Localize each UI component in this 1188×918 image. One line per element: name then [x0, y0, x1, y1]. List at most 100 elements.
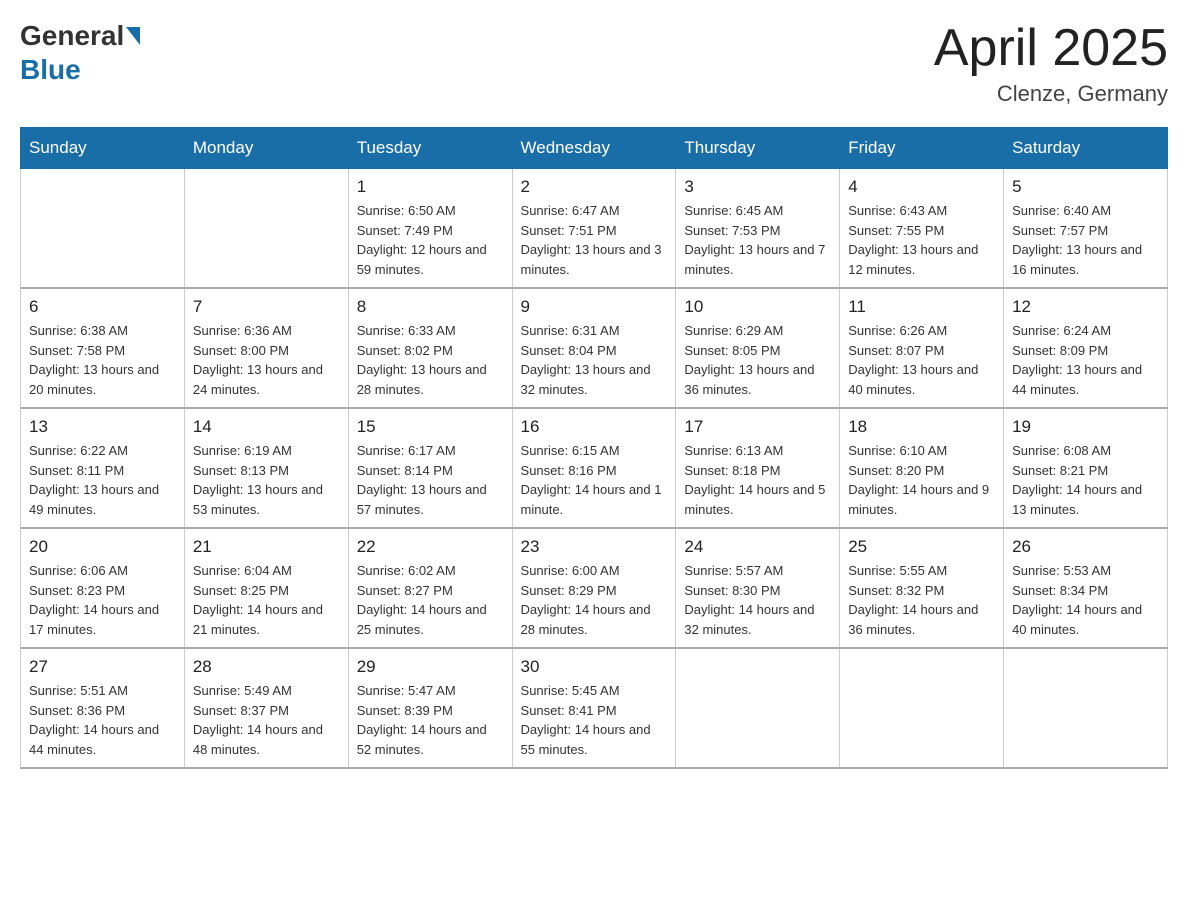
calendar-cell: 4 Sunrise: 6:43 AMSunset: 7:55 PMDaylight…	[840, 169, 1004, 289]
day-number: 7	[193, 297, 340, 317]
day-info: Sunrise: 5:55 AMSunset: 8:32 PMDaylight:…	[848, 561, 995, 639]
day-number: 21	[193, 537, 340, 557]
title-section: April 2025 Clenze, Germany	[934, 20, 1168, 107]
calendar-cell: 29 Sunrise: 5:47 AMSunset: 8:39 PMDayligh…	[348, 648, 512, 768]
day-info: Sunrise: 6:26 AMSunset: 8:07 PMDaylight:…	[848, 321, 995, 399]
day-info: Sunrise: 5:47 AMSunset: 8:39 PMDaylight:…	[357, 681, 504, 759]
day-info: Sunrise: 6:33 AMSunset: 8:02 PMDaylight:…	[357, 321, 504, 399]
day-number: 22	[357, 537, 504, 557]
day-info: Sunrise: 6:22 AMSunset: 8:11 PMDaylight:…	[29, 441, 176, 519]
day-number: 4	[848, 177, 995, 197]
calendar-cell: 16 Sunrise: 6:15 AMSunset: 8:16 PMDayligh…	[512, 408, 676, 528]
calendar-cell: 18Sunrise: 6:10 AMSunset: 8:20 PMDayligh…	[840, 408, 1004, 528]
day-number: 11	[848, 297, 995, 317]
day-of-week-header: Sunday	[21, 128, 185, 169]
day-number: 24	[684, 537, 831, 557]
calendar-header-row: SundayMondayTuesdayWednesdayThursdayFrid…	[21, 128, 1168, 169]
day-info: Sunrise: 6:45 AMSunset: 7:53 PMDaylight:…	[684, 201, 831, 279]
day-of-week-header: Tuesday	[348, 128, 512, 169]
calendar-week-row: 6 Sunrise: 6:38 AMSunset: 7:58 PMDaylight…	[21, 288, 1168, 408]
day-of-week-header: Friday	[840, 128, 1004, 169]
day-info: Sunrise: 5:57 AMSunset: 8:30 PMDaylight:…	[684, 561, 831, 639]
calendar-table: SundayMondayTuesdayWednesdayThursdayFrid…	[20, 127, 1168, 769]
calendar-week-row: 13 Sunrise: 6:22 AMSunset: 8:11 PMDayligh…	[21, 408, 1168, 528]
day-number: 8	[357, 297, 504, 317]
calendar-week-row: 20Sunrise: 6:06 AMSunset: 8:23 PMDayligh…	[21, 528, 1168, 648]
day-number: 20	[29, 537, 176, 557]
day-number: 19	[1012, 417, 1159, 437]
calendar-cell: 19 Sunrise: 6:08 AMSunset: 8:21 PMDayligh…	[1004, 408, 1168, 528]
calendar-week-row: 1Sunrise: 6:50 AMSunset: 7:49 PMDaylight…	[21, 169, 1168, 289]
day-info: Sunrise: 6:24 AMSunset: 8:09 PMDaylight:…	[1012, 321, 1159, 399]
calendar-cell: 1Sunrise: 6:50 AMSunset: 7:49 PMDaylight…	[348, 169, 512, 289]
day-of-week-header: Saturday	[1004, 128, 1168, 169]
calendar-cell: 14 Sunrise: 6:19 AMSunset: 8:13 PMDayligh…	[184, 408, 348, 528]
day-number: 13	[29, 417, 176, 437]
calendar-cell: 24 Sunrise: 5:57 AMSunset: 8:30 PMDayligh…	[676, 528, 840, 648]
calendar-cell	[676, 648, 840, 768]
day-number: 15	[357, 417, 504, 437]
day-number: 5	[1012, 177, 1159, 197]
calendar-cell: 21 Sunrise: 6:04 AMSunset: 8:25 PMDayligh…	[184, 528, 348, 648]
day-info: Sunrise: 6:40 AMSunset: 7:57 PMDaylight:…	[1012, 201, 1159, 279]
day-info: Sunrise: 6:04 AMSunset: 8:25 PMDaylight:…	[193, 561, 340, 639]
calendar-cell: 30Sunrise: 5:45 AMSunset: 8:41 PMDayligh…	[512, 648, 676, 768]
logo-general-text: General	[20, 20, 124, 52]
day-number: 27	[29, 657, 176, 677]
day-info: Sunrise: 5:51 AMSunset: 8:36 PMDaylight:…	[29, 681, 176, 759]
day-of-week-header: Thursday	[676, 128, 840, 169]
day-number: 12	[1012, 297, 1159, 317]
day-number: 28	[193, 657, 340, 677]
calendar-cell: 6 Sunrise: 6:38 AMSunset: 7:58 PMDaylight…	[21, 288, 185, 408]
day-info: Sunrise: 6:36 AMSunset: 8:00 PMDaylight:…	[193, 321, 340, 399]
calendar-cell: 26 Sunrise: 5:53 AMSunset: 8:34 PMDayligh…	[1004, 528, 1168, 648]
day-info: Sunrise: 6:13 AMSunset: 8:18 PMDaylight:…	[684, 441, 831, 519]
calendar-cell: 22Sunrise: 6:02 AMSunset: 8:27 PMDayligh…	[348, 528, 512, 648]
day-number: 17	[684, 417, 831, 437]
calendar-cell: 7 Sunrise: 6:36 AMSunset: 8:00 PMDaylight…	[184, 288, 348, 408]
day-number: 14	[193, 417, 340, 437]
day-info: Sunrise: 6:38 AMSunset: 7:58 PMDaylight:…	[29, 321, 176, 399]
day-info: Sunrise: 6:00 AMSunset: 8:29 PMDaylight:…	[521, 561, 668, 639]
day-number: 29	[357, 657, 504, 677]
calendar-cell: 23Sunrise: 6:00 AMSunset: 8:29 PMDayligh…	[512, 528, 676, 648]
calendar-cell	[840, 648, 1004, 768]
calendar-cell: 25 Sunrise: 5:55 AMSunset: 8:32 PMDayligh…	[840, 528, 1004, 648]
calendar-cell: 10 Sunrise: 6:29 AMSunset: 8:05 PMDayligh…	[676, 288, 840, 408]
day-of-week-header: Monday	[184, 128, 348, 169]
day-number: 3	[684, 177, 831, 197]
calendar-cell	[1004, 648, 1168, 768]
day-info: Sunrise: 6:17 AMSunset: 8:14 PMDaylight:…	[357, 441, 504, 519]
day-number: 26	[1012, 537, 1159, 557]
calendar-cell: 2Sunrise: 6:47 AMSunset: 7:51 PMDaylight…	[512, 169, 676, 289]
day-info: Sunrise: 5:53 AMSunset: 8:34 PMDaylight:…	[1012, 561, 1159, 639]
logo-blue-text: Blue	[20, 54, 81, 86]
day-number: 6	[29, 297, 176, 317]
calendar-cell: 20Sunrise: 6:06 AMSunset: 8:23 PMDayligh…	[21, 528, 185, 648]
day-number: 16	[521, 417, 668, 437]
day-info: Sunrise: 6:29 AMSunset: 8:05 PMDaylight:…	[684, 321, 831, 399]
calendar-cell: 15 Sunrise: 6:17 AMSunset: 8:14 PMDayligh…	[348, 408, 512, 528]
day-number: 2	[521, 177, 668, 197]
calendar-cell: 5 Sunrise: 6:40 AMSunset: 7:57 PMDaylight…	[1004, 169, 1168, 289]
day-info: Sunrise: 6:43 AMSunset: 7:55 PMDaylight:…	[848, 201, 995, 279]
calendar-cell: 13 Sunrise: 6:22 AMSunset: 8:11 PMDayligh…	[21, 408, 185, 528]
logo: General Blue	[20, 20, 140, 86]
calendar-cell: 11 Sunrise: 6:26 AMSunset: 8:07 PMDayligh…	[840, 288, 1004, 408]
day-number: 10	[684, 297, 831, 317]
page-header: General Blue April 2025 Clenze, Germany	[20, 20, 1168, 107]
day-number: 18	[848, 417, 995, 437]
day-number: 1	[357, 177, 504, 197]
calendar-cell: 3 Sunrise: 6:45 AMSunset: 7:53 PMDaylight…	[676, 169, 840, 289]
logo-arrow-icon	[126, 27, 140, 45]
day-of-week-header: Wednesday	[512, 128, 676, 169]
day-info: Sunrise: 6:19 AMSunset: 8:13 PMDaylight:…	[193, 441, 340, 519]
calendar-cell: 17 Sunrise: 6:13 AMSunset: 8:18 PMDayligh…	[676, 408, 840, 528]
calendar-week-row: 27 Sunrise: 5:51 AMSunset: 8:36 PMDayligh…	[21, 648, 1168, 768]
day-info: Sunrise: 6:08 AMSunset: 8:21 PMDaylight:…	[1012, 441, 1159, 519]
calendar-cell: 12 Sunrise: 6:24 AMSunset: 8:09 PMDayligh…	[1004, 288, 1168, 408]
day-info: Sunrise: 6:15 AMSunset: 8:16 PMDaylight:…	[521, 441, 668, 519]
day-info: Sunrise: 5:45 AMSunset: 8:41 PMDaylight:…	[521, 681, 668, 759]
calendar-cell	[184, 169, 348, 289]
day-number: 25	[848, 537, 995, 557]
